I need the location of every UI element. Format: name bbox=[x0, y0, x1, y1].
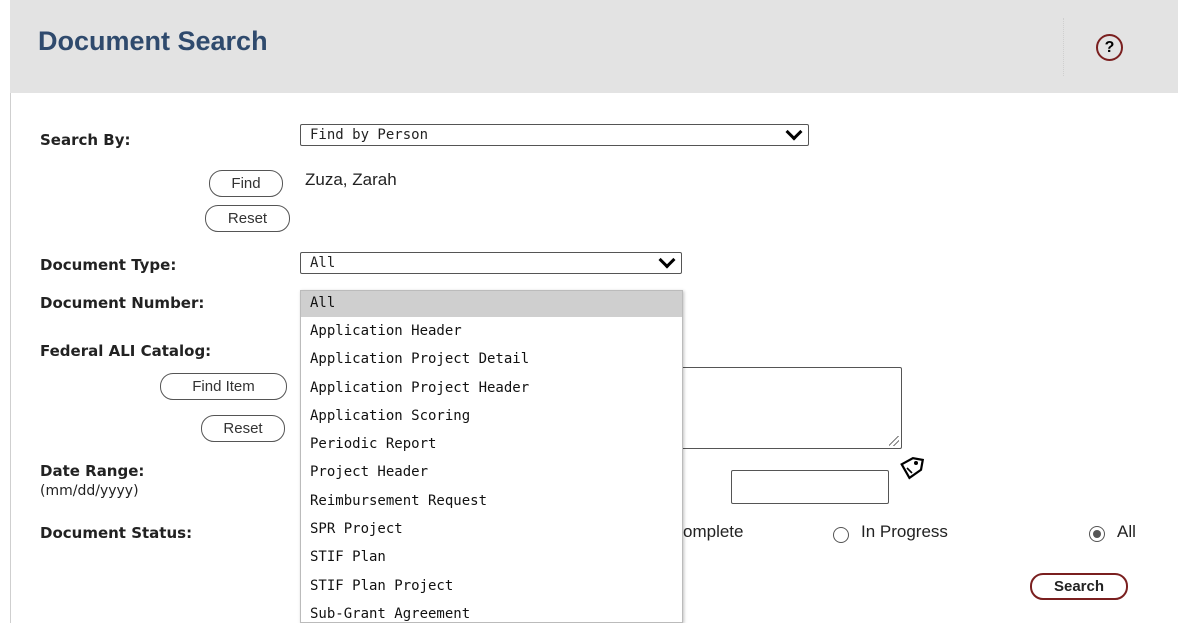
dropdown-option[interactable]: STIF Plan bbox=[301, 543, 682, 571]
selected-person: Zuza, Zarah bbox=[305, 170, 397, 189]
document-number-label: Document Number: bbox=[40, 294, 205, 312]
date-to-input[interactable] bbox=[731, 470, 889, 504]
header-divider bbox=[1063, 18, 1064, 76]
chevron-down-icon bbox=[785, 123, 803, 141]
dropdown-option[interactable]: Application Project Header bbox=[301, 374, 682, 402]
ali-catalog-textarea[interactable] bbox=[660, 367, 902, 449]
dropdown-option[interactable]: Application Header bbox=[301, 317, 682, 345]
dropdown-option[interactable]: Periodic Report bbox=[301, 430, 682, 458]
dropdown-option[interactable]: SPR Project bbox=[301, 515, 682, 543]
search-by-value: Find by Person bbox=[310, 127, 429, 143]
page-header: Document Search bbox=[10, 0, 1178, 93]
dropdown-option[interactable]: Application Scoring bbox=[301, 402, 682, 430]
search-by-select[interactable]: Find by Person bbox=[300, 123, 809, 146]
status-option-in-progress[interactable]: In Progress bbox=[861, 522, 948, 542]
dropdown-option[interactable]: All bbox=[301, 291, 682, 317]
status-option-all[interactable]: All bbox=[1117, 522, 1136, 542]
date-format-hint: (mm/dd/yyyy) bbox=[40, 483, 139, 499]
page-title: Document Search bbox=[38, 26, 268, 56]
dropdown-option[interactable]: Sub-Grant Agreement bbox=[301, 600, 682, 622]
document-type-select[interactable]: All bbox=[300, 251, 682, 274]
resize-handle[interactable] bbox=[889, 436, 899, 446]
document-type-dropdown[interactable]: All Application Header Application Proje… bbox=[300, 290, 683, 623]
dropdown-option[interactable]: Project Header bbox=[301, 458, 682, 486]
reset-person-button[interactable]: Reset bbox=[205, 205, 290, 232]
search-by-label: Search By: bbox=[40, 131, 131, 149]
dropdown-option[interactable]: STIF Plan Project bbox=[301, 572, 682, 600]
chevron-down-icon bbox=[658, 251, 676, 269]
document-type-value: All bbox=[310, 255, 336, 271]
form-left-border bbox=[10, 93, 11, 623]
help-icon[interactable]: ? bbox=[1096, 34, 1123, 61]
federal-ali-label: Federal ALI Catalog: bbox=[40, 342, 212, 360]
dropdown-option[interactable]: Reimbursement Request bbox=[301, 487, 682, 515]
radio-all[interactable] bbox=[1089, 526, 1105, 542]
tag-icon[interactable] bbox=[898, 456, 924, 482]
document-type-label: Document Type: bbox=[40, 256, 177, 274]
radio-in-progress[interactable] bbox=[833, 527, 849, 543]
find-button[interactable]: Find bbox=[209, 170, 283, 197]
dropdown-option[interactable]: Application Project Detail bbox=[301, 345, 682, 373]
document-status-label: Document Status: bbox=[40, 524, 193, 542]
find-item-button[interactable]: Find Item bbox=[160, 373, 287, 400]
search-button[interactable]: Search bbox=[1030, 573, 1128, 600]
status-option-complete[interactable]: omplete bbox=[683, 522, 743, 542]
date-range-label: Date Range: bbox=[40, 462, 145, 480]
reset-ali-button[interactable]: Reset bbox=[201, 415, 285, 442]
